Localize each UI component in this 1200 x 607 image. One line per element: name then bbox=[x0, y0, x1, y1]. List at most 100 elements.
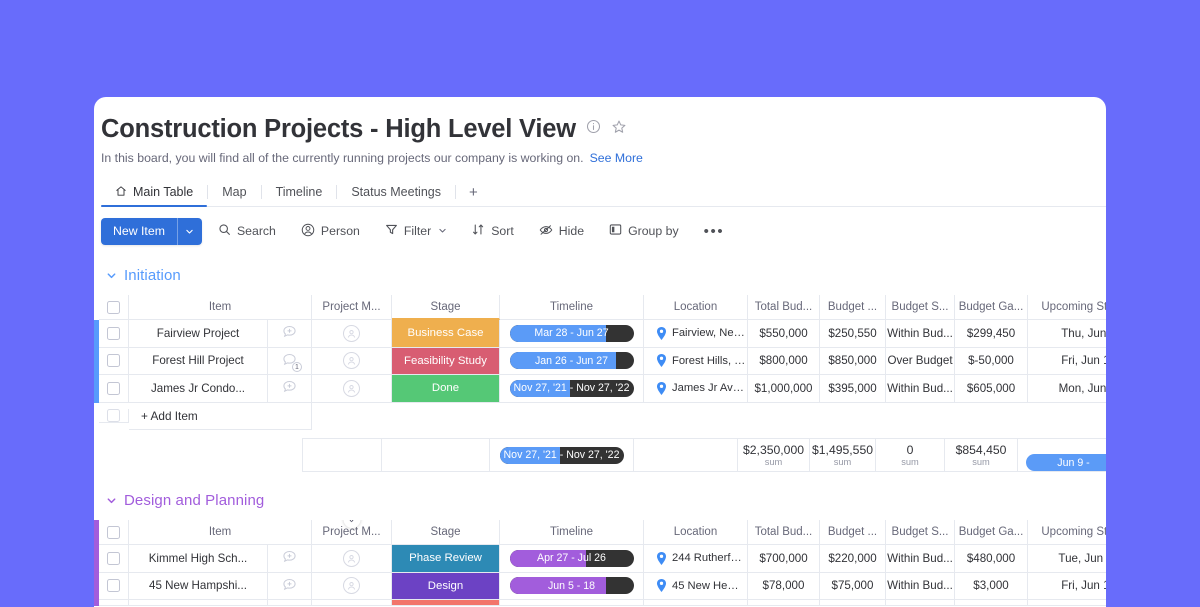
cell-stage[interactable]: Done bbox=[392, 375, 500, 403]
cell-upcoming-status[interactable]: Fri, Jun 10 bbox=[1028, 348, 1106, 376]
column-header-stage[interactable]: Stage bbox=[392, 295, 500, 321]
cell-item[interactable]: Fairview Project bbox=[129, 320, 268, 348]
cell-location[interactable]: Fairview, New J... bbox=[644, 320, 748, 348]
chevron-down-icon[interactable] bbox=[176, 217, 202, 245]
cell-conversation[interactable]: 1 bbox=[268, 347, 312, 376]
cell-conversation[interactable] bbox=[268, 375, 312, 403]
column-header-project-manager[interactable]: ⇕ Project M... bbox=[312, 520, 392, 546]
column-header-upcoming-status[interactable]: Upcoming Sta bbox=[1028, 295, 1106, 321]
cell-budget-gap[interactable]: $299,450 bbox=[955, 320, 1028, 348]
row-checkbox[interactable] bbox=[107, 354, 120, 368]
column-header-budget-gap[interactable]: Budget Ga... bbox=[955, 295, 1028, 321]
cell-project-manager[interactable] bbox=[312, 320, 392, 348]
cell-conversation[interactable] bbox=[268, 545, 312, 573]
add-view-button[interactable]: + bbox=[456, 178, 491, 206]
column-header-project-manager[interactable]: Project M... bbox=[312, 295, 392, 321]
search-button[interactable]: Search bbox=[209, 217, 285, 245]
cell-stage[interactable]: Business Case bbox=[392, 320, 500, 348]
column-header-total-budget[interactable]: Total Bud... bbox=[748, 295, 820, 321]
cell-total-budget[interactable]: $1,000,000 bbox=[748, 375, 820, 403]
cell-timeline[interactable]: Nov 27, '21 - Nov 27, '22 bbox=[500, 375, 644, 403]
add-item-checkbox[interactable] bbox=[107, 409, 120, 423]
column-header-location[interactable]: Location bbox=[644, 295, 748, 321]
tab-main-table[interactable]: Main Table bbox=[101, 178, 208, 208]
cell-budget-spent[interactable]: $850,000 bbox=[820, 347, 886, 376]
cell-conversation[interactable] bbox=[268, 572, 312, 601]
select-all-checkbox[interactable] bbox=[107, 525, 120, 539]
cell-timeline[interactable]: Jun 5 - 18 bbox=[500, 572, 644, 601]
cell-budget-spent[interactable]: $75,000 bbox=[820, 572, 886, 601]
cell-project-manager[interactable] bbox=[312, 572, 392, 601]
star-icon[interactable] bbox=[611, 119, 627, 140]
cell-stage[interactable]: Phase Review bbox=[392, 545, 500, 573]
cell-item[interactable]: Kimmel High Sch... bbox=[129, 545, 268, 573]
hide-button[interactable]: Hide bbox=[530, 217, 593, 245]
cell-total-budget[interactable]: $78,000 bbox=[748, 572, 820, 601]
cell-conversation[interactable] bbox=[268, 320, 312, 348]
column-header-location[interactable]: Location bbox=[644, 520, 748, 546]
cell-location[interactable]: Forest Hills, Qu... bbox=[644, 347, 748, 376]
cell-location[interactable]: 244 Rutherford ... bbox=[644, 545, 748, 573]
see-more-link[interactable]: See More bbox=[590, 151, 643, 165]
chevron-down-icon[interactable] bbox=[438, 224, 447, 238]
cell-item[interactable]: 45 New Hampshi... bbox=[129, 572, 268, 601]
column-header-item[interactable]: Item bbox=[129, 520, 312, 546]
cell-total-budget[interactable]: $550,000 bbox=[748, 320, 820, 348]
column-header-total-budget[interactable]: Total Bud... bbox=[748, 520, 820, 546]
cell-item[interactable]: Forest Hill Project bbox=[129, 347, 268, 376]
sort-button[interactable]: Sort bbox=[463, 217, 523, 245]
cell-project-manager[interactable] bbox=[312, 545, 392, 573]
add-item-label-cell[interactable]: + Add Item bbox=[129, 402, 312, 431]
cell-budget-status[interactable]: Within Bud... bbox=[886, 572, 955, 601]
filter-button[interactable]: Filter bbox=[376, 217, 456, 245]
cell-budget-spent[interactable]: $250,550 bbox=[820, 320, 886, 348]
chevron-down-icon[interactable] bbox=[106, 270, 117, 281]
row-checkbox[interactable] bbox=[107, 381, 120, 395]
cell-budget-spent[interactable]: $220,000 bbox=[820, 545, 886, 573]
select-all-checkbox[interactable] bbox=[107, 300, 120, 314]
row-checkbox[interactable] bbox=[107, 579, 120, 593]
cell-budget-gap[interactable]: $605,000 bbox=[955, 375, 1028, 403]
group-by-button[interactable]: Group by bbox=[600, 217, 688, 245]
cell-project-manager[interactable] bbox=[312, 375, 392, 403]
cell-upcoming-status[interactable]: Thu, Jun 9 bbox=[1028, 320, 1106, 348]
column-header-timeline[interactable]: Timeline bbox=[500, 520, 644, 546]
cell-budget-spent[interactable]: $395,000 bbox=[820, 375, 886, 403]
table-row[interactable]: Forest Hill Project 1 Feasibility Study … bbox=[94, 347, 1106, 376]
column-header-budget-spent[interactable]: Budget ... bbox=[820, 295, 886, 321]
add-item-row[interactable]: + Add Item bbox=[94, 402, 1106, 431]
cell-total-budget[interactable]: $700,000 bbox=[748, 545, 820, 573]
cell-budget-status[interactable]: Within Bud... bbox=[886, 375, 955, 403]
tab-timeline[interactable]: Timeline bbox=[262, 178, 337, 206]
column-header-budget-status[interactable]: Budget S... bbox=[886, 520, 955, 546]
row-checkbox[interactable] bbox=[107, 326, 120, 340]
cell-budget-gap[interactable]: $-50,000 bbox=[955, 347, 1028, 376]
cell-budget-status[interactable]: Within Bud... bbox=[886, 545, 955, 573]
cell-project-manager[interactable] bbox=[312, 347, 392, 376]
group-title[interactable]: Initiation bbox=[124, 267, 181, 284]
table-row-partial[interactable] bbox=[94, 600, 1106, 607]
person-button[interactable]: Person bbox=[292, 217, 369, 245]
cell-budget-gap[interactable]: $3,000 bbox=[955, 572, 1028, 601]
column-header-item[interactable]: Item bbox=[129, 295, 312, 321]
tab-status-meetings[interactable]: Status Meetings bbox=[337, 178, 455, 206]
cell-item[interactable]: James Jr Condo... bbox=[129, 375, 268, 403]
group-title[interactable]: Design and Planning bbox=[124, 492, 264, 509]
cell-timeline[interactable]: Jan 26 - Jun 27 bbox=[500, 347, 644, 376]
cell-location[interactable]: James Jr Ave, ... bbox=[644, 375, 748, 403]
table-row[interactable]: Fairview Project Business Case Mar 28 - … bbox=[94, 320, 1106, 348]
table-row[interactable]: 45 New Hampshi... Design Jun 5 - 18 45 N… bbox=[94, 572, 1106, 601]
cell-location[interactable]: 45 New Hemph... bbox=[644, 572, 748, 601]
cell-timeline[interactable]: Mar 28 - Jun 27 bbox=[500, 320, 644, 348]
info-circle-icon[interactable] bbox=[586, 119, 601, 139]
cell-upcoming-status[interactable]: Fri, Jun 10 bbox=[1028, 573, 1106, 601]
new-item-button[interactable]: New Item bbox=[101, 217, 202, 245]
column-header-budget-gap[interactable]: Budget Ga... bbox=[955, 520, 1028, 546]
table-row[interactable]: Kimmel High Sch... Phase Review Apr 27 -… bbox=[94, 545, 1106, 573]
cell-timeline[interactable]: Apr 27 - Jul 26 bbox=[500, 545, 644, 573]
tab-map[interactable]: Map bbox=[208, 178, 260, 206]
column-header-stage[interactable]: Stage bbox=[392, 520, 500, 546]
row-checkbox[interactable] bbox=[107, 551, 120, 565]
column-header-budget-status[interactable]: Budget S... bbox=[886, 295, 955, 321]
column-header-timeline[interactable]: Timeline bbox=[500, 295, 644, 321]
